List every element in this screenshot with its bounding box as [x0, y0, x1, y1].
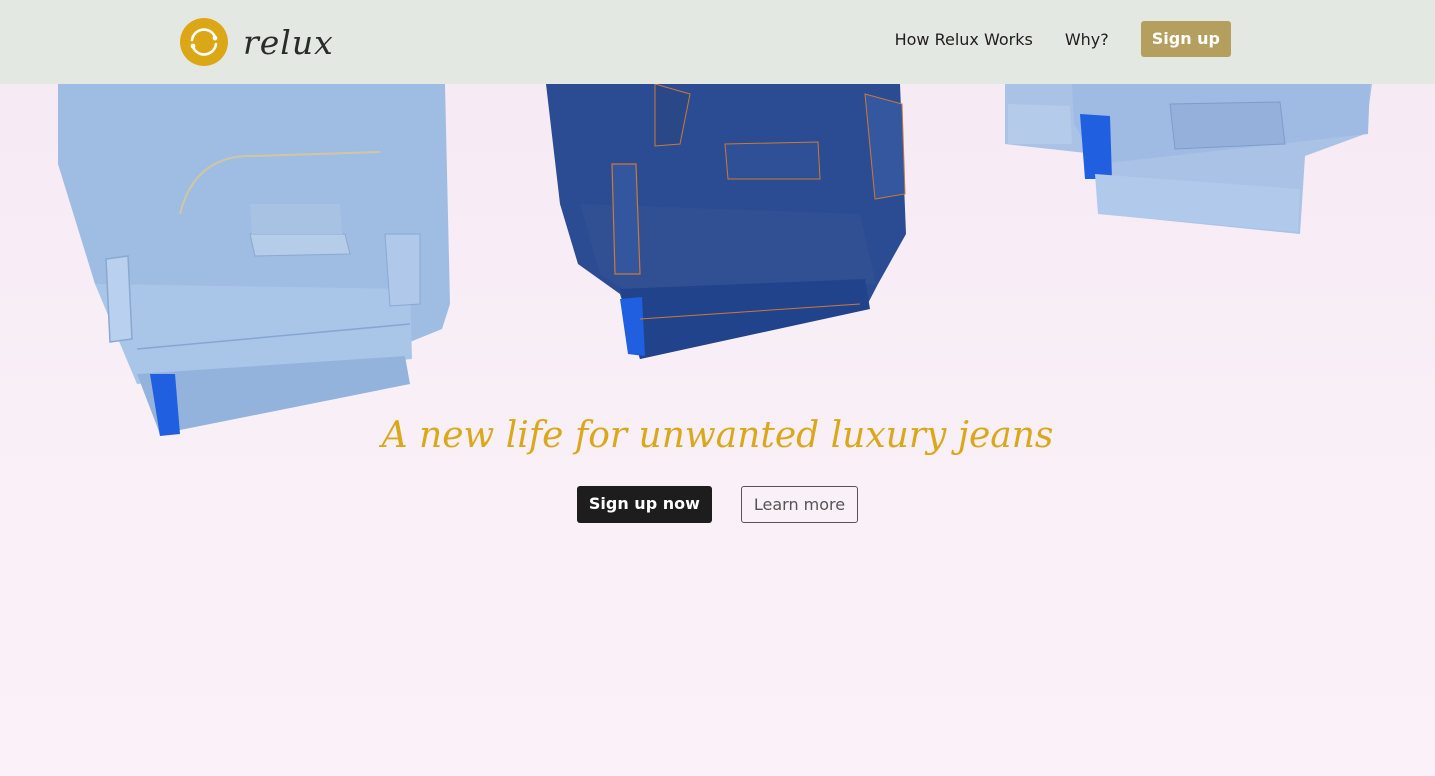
light-jeans-right — [1005, 84, 1372, 234]
learn-more-button[interactable]: Learn more — [740, 486, 859, 523]
dark-jeans-middle — [546, 84, 906, 359]
nav-link-why[interactable]: Why? — [1065, 30, 1109, 49]
nav-link-how-relux-works[interactable]: How Relux Works — [895, 30, 1033, 49]
light-jeans-left — [58, 84, 450, 436]
nav-signup-button[interactable]: Sign up — [1140, 21, 1231, 57]
sign-up-now-button[interactable]: Sign up now — [576, 486, 712, 523]
brand-wordmark: relux — [243, 22, 334, 62]
hero-cta-row: Sign up now Learn more — [0, 486, 1435, 523]
circular-arrows-logo-icon — [180, 18, 228, 66]
hero-section: A new life for unwanted luxury jeans Sig… — [0, 84, 1435, 776]
brand-logo[interactable]: relux — [180, 18, 334, 66]
hero-headline: A new life for unwanted luxury jeans — [381, 415, 1054, 456]
primary-nav: How Relux Works Why? Sign up — [895, 21, 1231, 57]
top-navbar: relux How Relux Works Why? Sign up — [0, 0, 1435, 84]
